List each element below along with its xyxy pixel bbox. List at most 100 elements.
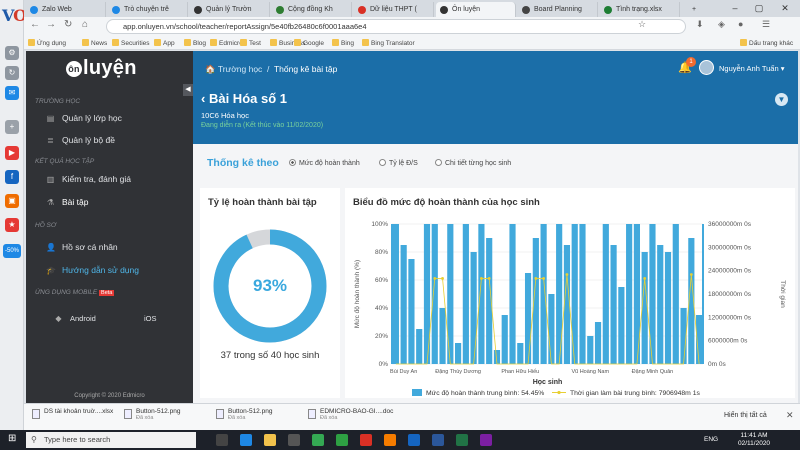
bookmark-item[interactable]: Test [240,39,261,47]
time-point[interactable] [542,277,546,280]
completion-bar[interactable] [641,252,648,364]
completion-bar[interactable] [470,252,477,364]
star-icon[interactable]: ☆ [638,19,646,30]
time-point[interactable] [487,277,491,280]
completion-bar[interactable] [478,224,485,364]
completion-bar[interactable] [524,273,532,364]
completion-bar[interactable] [416,329,423,364]
time-point[interactable] [433,277,437,280]
edge-icon[interactable] [240,434,252,446]
completion-bar[interactable] [501,315,508,364]
explorer-icon[interactable] [264,434,276,446]
bookmark-item[interactable]: App [154,39,175,47]
browser-tab[interactable]: Board Planning [518,2,598,17]
legend-completion[interactable]: Mức độ hoàn thành trung bình: 54.45% [426,390,544,397]
facebook-icon[interactable]: f [5,170,19,184]
completion-bar[interactable] [548,294,555,364]
add-icon[interactable]: + [5,120,19,134]
completion-bar[interactable] [587,336,594,364]
sidebar-item-guide[interactable]: 🎓 Hướng dẫn sử dụng [46,265,139,275]
reload-icon[interactable]: ↻ [64,19,72,30]
app-icon[interactable] [480,434,492,446]
time-point[interactable] [643,277,647,280]
game-icon[interactable]: ★ [5,218,19,232]
new-tab-button[interactable]: + [684,2,704,17]
settings-icon[interactable]: ⚙ [5,46,19,60]
bookmark-item[interactable]: Ứng dụng [28,39,66,47]
completion-bar[interactable] [618,287,625,364]
option-ratio[interactable]: Tỷ lệ Đ/S [379,159,418,167]
bookmark-item[interactable]: Bing Translator [362,39,415,47]
clock[interactable]: 11:41 AM 02/11/2020 [738,432,770,448]
sidebar-item-homework[interactable]: ⚗ Bài tập [46,197,89,207]
completion-bar[interactable] [400,245,407,364]
url-input[interactable]: app.onluyen.vn/school/teacher/reportAssi… [106,19,686,34]
user-name[interactable]: Nguyễn Anh Tuấn ▾ [719,64,785,73]
filter-icon[interactable]: ▼ [775,93,788,106]
task-view-icon[interactable] [216,434,228,446]
bookmark-item[interactable]: Bing [332,39,354,47]
chrome-icon[interactable] [312,434,324,446]
browser-tab[interactable]: Ôn luyện [436,2,516,17]
history-icon[interactable]: ↻ [5,66,19,80]
show-all-downloads[interactable]: Hiển thị tất cả [724,412,767,419]
onluyen-logo[interactable]: ôn luyện [66,57,137,80]
browser-tab[interactable]: Tình trạng.xlsx [600,2,680,17]
completion-bar[interactable] [664,252,672,364]
completion-bar[interactable] [509,224,516,364]
sidebar-item-personal[interactable]: 👤 Hồ sơ cá nhân [46,242,118,252]
sidebar-item-tests[interactable]: ▥ Kiểm tra, đánh giá [46,174,131,184]
bookmark-item[interactable]: Google [294,39,324,47]
avatar[interactable] [699,60,714,75]
android-link[interactable]: ◆ Android [54,314,95,323]
excel-icon[interactable] [456,434,468,446]
browser-tab[interactable]: Quản lý Trườn [190,2,270,17]
collapse-sidebar-icon[interactable]: ◀ [183,84,193,96]
extension-icon[interactable]: ◈ [718,19,725,30]
completion-bar[interactable] [540,224,547,364]
messenger-icon[interactable]: ✉ [5,86,19,100]
store-icon[interactable] [288,434,300,446]
completion-bar[interactable] [563,245,571,364]
download-item[interactable]: EDMICRO-BAO-GI....doc Đã xóa [308,408,393,421]
option-completion[interactable]: Mức độ hoàn thành [289,159,360,167]
completion-bar[interactable] [579,224,586,364]
completion-bar[interactable] [602,224,609,364]
home-icon[interactable]: ⌂ [82,19,88,30]
download-item[interactable]: DS tài khoản truờ....xlsx [32,408,113,419]
gmail-icon[interactable] [360,434,372,446]
bookmark-item[interactable]: Securities [112,39,150,47]
ios-link[interactable]: iOS [128,314,157,323]
download-item[interactable]: Button-512.png Đã xóa [216,408,272,421]
completion-bar[interactable] [517,343,524,364]
bookmark-item[interactable]: Edmicro [210,39,243,47]
time-point[interactable] [565,273,569,276]
bookmark-item[interactable]: News [82,39,107,47]
browser-tab[interactable]: Trò chuyện trê [108,2,188,17]
time-point[interactable] [534,277,538,280]
minimize-icon[interactable]: – [724,0,746,17]
back-chevron-icon[interactable]: ‹ [201,91,205,106]
sidebar-item-question-sets[interactable]: ≣ Quản lý bộ đề [46,135,115,145]
close-icon[interactable]: ✕ [774,0,796,17]
browser-tab[interactable]: Cộng đồng Kh [272,2,352,17]
legend-time[interactable]: Thời gian làm bài trung bình: 7906948m 1… [570,390,701,397]
back-icon[interactable]: ← [30,19,40,30]
completion-bar[interactable] [610,245,617,364]
close-downloads-icon[interactable]: ✕ [786,410,794,421]
completion-bar[interactable] [439,308,446,364]
illustrator-icon[interactable] [384,434,396,446]
language-indicator[interactable]: ENG [704,436,718,443]
browser-tab[interactable]: Zalo Web [26,2,106,17]
completion-bar[interactable] [392,224,399,364]
time-point[interactable] [480,277,483,280]
word-icon[interactable] [432,434,444,446]
completion-bar[interactable] [594,322,602,364]
windows-icon[interactable]: ⊞ [8,433,16,444]
profile-icon[interactable]: ● [738,19,743,29]
completion-bar[interactable] [408,259,415,364]
time-point[interactable] [441,277,444,280]
option-detail[interactable]: Chi tiết từng học sinh [435,159,511,167]
completion-bar[interactable] [455,343,462,364]
completion-bar[interactable] [462,224,469,364]
